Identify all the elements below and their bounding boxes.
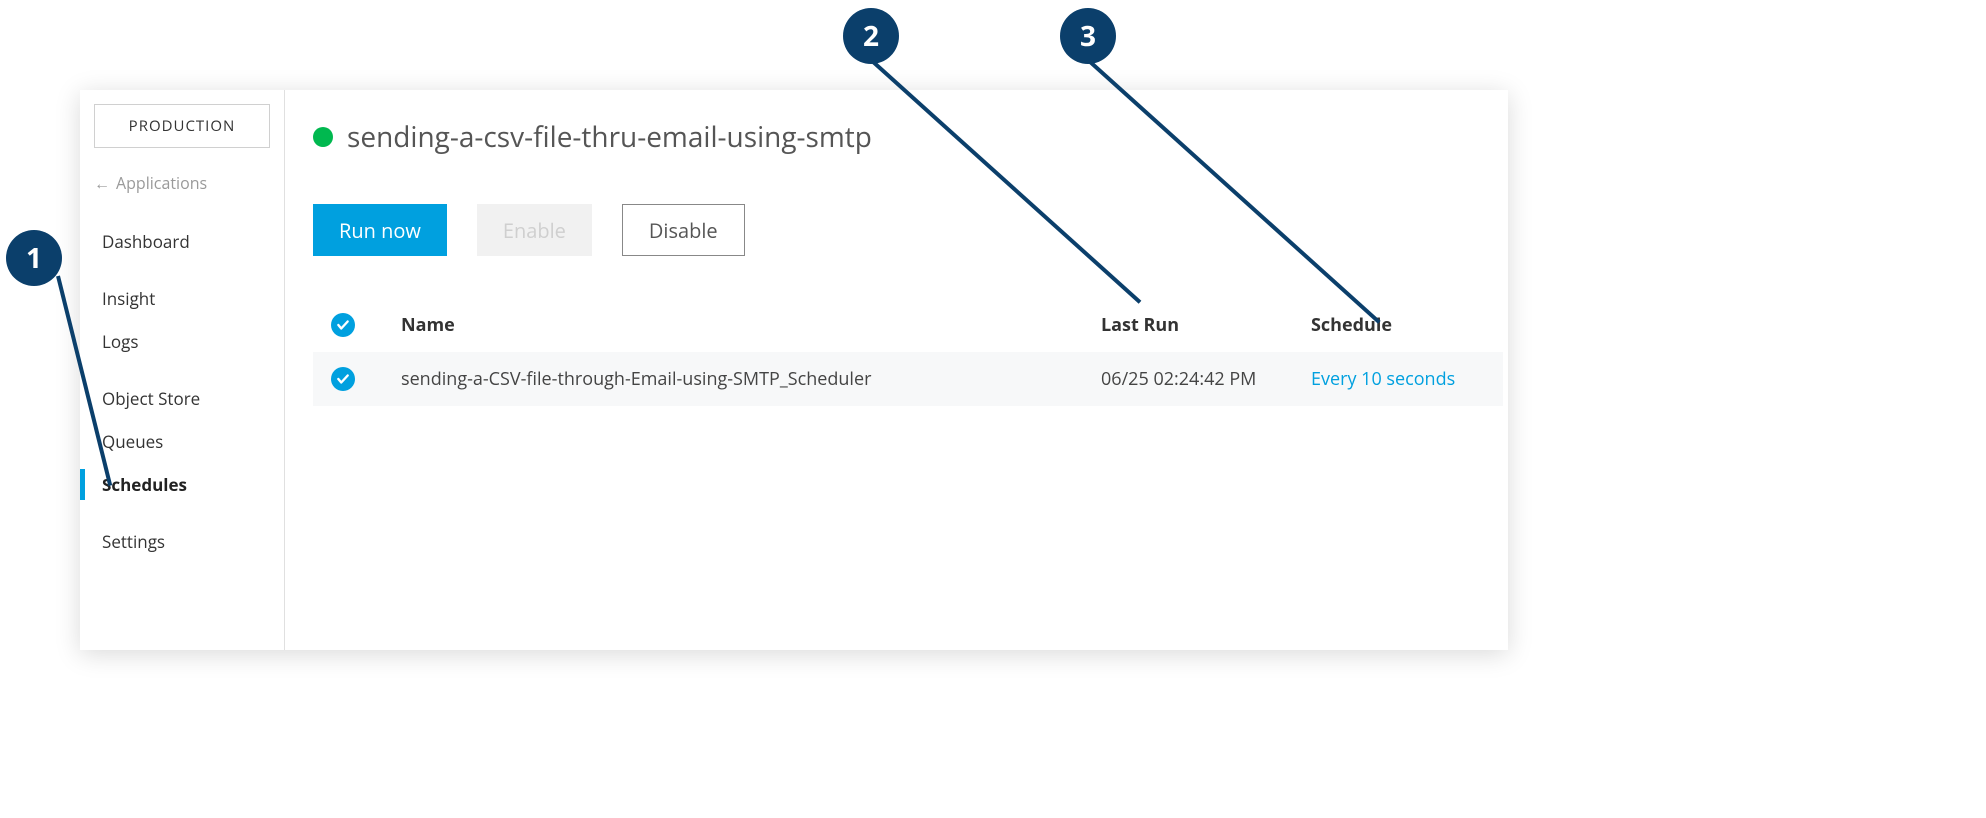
sidebar-item-settings[interactable]: Settings (80, 520, 284, 563)
disable-button[interactable]: Disable (622, 204, 745, 256)
title-row: sending-a-csv-file-thru-email-using-smtp (313, 118, 1508, 156)
annotation-badge-1: 1 (6, 230, 62, 286)
check-icon (331, 367, 355, 391)
column-header-last-run[interactable]: Last Run (1101, 313, 1311, 337)
table-row[interactable]: sending-a-CSV-file-through-Email-using-S… (313, 352, 1503, 406)
sidebar-item-insight[interactable]: Insight (80, 277, 284, 320)
sidebar-item-logs[interactable]: Logs (80, 320, 284, 363)
table-header: Name Last Run Schedule (313, 298, 1503, 352)
enable-button: Enable (477, 204, 592, 256)
status-indicator-icon (313, 127, 333, 147)
back-label: Applications (116, 172, 207, 194)
arrow-left-icon: ← (94, 172, 110, 194)
page-title: sending-a-csv-file-thru-email-using-smtp (347, 118, 872, 156)
row-last-run: 06/25 02:24:42 PM (1101, 367, 1311, 391)
sidebar-nav: Dashboard Insight Logs Object Store Queu… (80, 208, 284, 563)
action-bar: Run now Enable Disable (313, 204, 1508, 256)
sidebar-item-object-store[interactable]: Object Store (80, 377, 284, 420)
back-applications-link[interactable]: ← Applications (80, 166, 284, 208)
sidebar-item-queues[interactable]: Queues (80, 420, 284, 463)
main-content: sending-a-csv-file-thru-email-using-smtp… (285, 90, 1508, 650)
sidebar: PRODUCTION ← Applications Dashboard Insi… (80, 90, 285, 650)
row-checkbox[interactable] (331, 367, 401, 391)
annotation-badge-3: 3 (1060, 8, 1116, 64)
app-panel: PRODUCTION ← Applications Dashboard Insi… (80, 90, 1508, 650)
check-icon (331, 313, 355, 337)
column-select-all[interactable] (331, 313, 401, 337)
row-name: sending-a-CSV-file-through-Email-using-S… (401, 367, 1101, 391)
environment-badge[interactable]: PRODUCTION (94, 104, 270, 148)
annotation-badge-2: 2 (843, 8, 899, 64)
column-header-schedule[interactable]: Schedule (1311, 313, 1503, 337)
schedules-table: Name Last Run Schedule sending-a-CSV-fil… (313, 298, 1503, 406)
run-now-button[interactable]: Run now (313, 204, 447, 256)
column-header-name[interactable]: Name (401, 313, 1101, 337)
sidebar-item-dashboard[interactable]: Dashboard (80, 220, 284, 263)
row-schedule-link[interactable]: Every 10 seconds (1311, 367, 1503, 391)
